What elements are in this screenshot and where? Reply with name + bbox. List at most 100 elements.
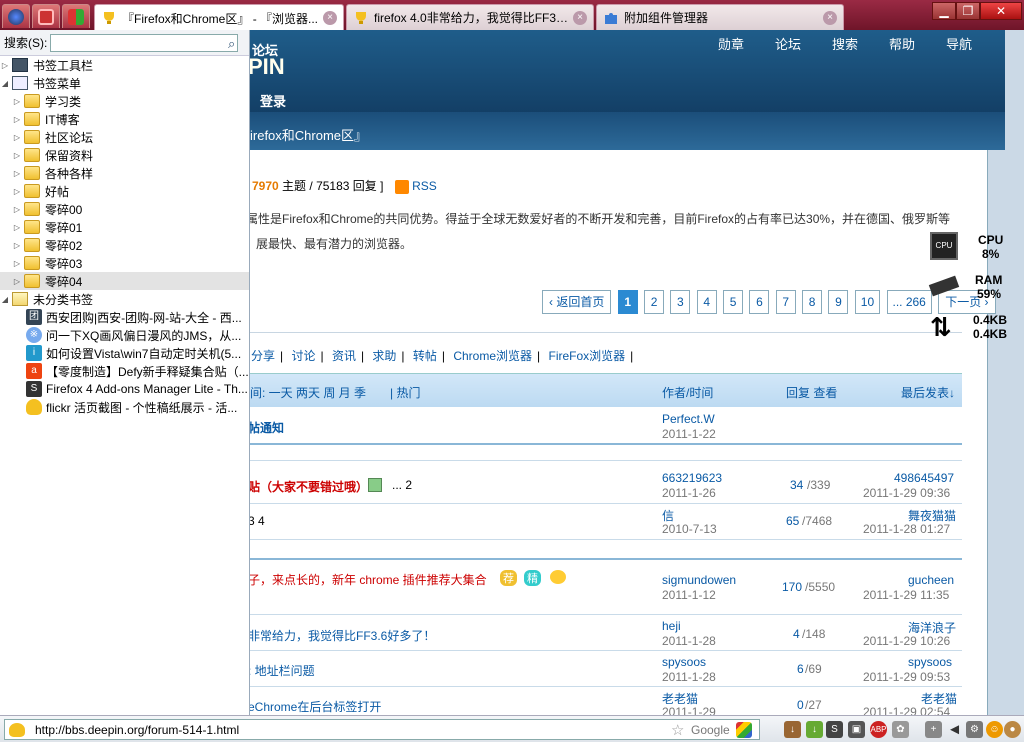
expand-arrow-icon[interactable]: ▷ bbox=[12, 133, 22, 142]
pager-page-1[interactable]: 1 bbox=[617, 290, 638, 314]
thread-author[interactable]: Perfect.W bbox=[662, 412, 715, 426]
pinned-tab-google[interactable] bbox=[62, 4, 90, 28]
pager-page-2[interactable]: 2 bbox=[644, 290, 665, 314]
bookmark-folder[interactable]: ▷ 社区论坛 bbox=[0, 128, 249, 146]
minimize-button[interactable]: ▁ bbox=[932, 2, 956, 20]
subnav-firefox[interactable]: FireFox浏览器 bbox=[548, 349, 625, 363]
bookmark-folder-menu[interactable]: ◢ 书签菜单 bbox=[0, 74, 249, 92]
replies-column[interactable]: 回复 查看 bbox=[786, 384, 837, 401]
subnav-discuss[interactable]: 讨论 bbox=[291, 349, 315, 363]
bookmark-folder[interactable]: ▷ 保留资料 bbox=[0, 146, 249, 164]
thread-title[interactable]: 子，来点长的，新年 chrome 插件推荐大集合 bbox=[248, 571, 487, 588]
screenshot-icon[interactable]: ▣ bbox=[848, 721, 865, 738]
author-column[interactable]: 作者/时间 bbox=[662, 384, 713, 401]
expand-arrow-icon[interactable]: ▷ bbox=[12, 169, 22, 178]
bookmark-item[interactable]: S Firefox 4 Add-ons Manager Lite - Th... bbox=[0, 380, 249, 398]
s-addon-icon[interactable]: S bbox=[826, 721, 843, 738]
tab-firefox-chrome-forum[interactable]: 『Firefox和Chrome区』 - 『浏览器... × bbox=[94, 4, 344, 31]
bookmark-item[interactable]: i 如何设置Vista\win7自动定时关机(5... bbox=[0, 344, 249, 362]
expand-arrow-icon[interactable]: ▷ bbox=[12, 259, 22, 268]
pager-page-5[interactable]: 5 bbox=[723, 290, 744, 314]
bookmark-folder-toolbar[interactable]: ▷ 书签工具栏 bbox=[0, 56, 249, 74]
pager-page-6[interactable]: 6 bbox=[749, 290, 770, 314]
pager-page-3[interactable]: 3 bbox=[670, 290, 691, 314]
expand-arrow-icon[interactable]: ▷ bbox=[0, 61, 10, 70]
tab-close-icon[interactable]: × bbox=[573, 10, 587, 25]
bookmark-item[interactable]: ※ 问一下XQ画风偏日漫风的JMS，从... bbox=[0, 326, 249, 344]
thread-title[interactable]: : 地址栏问题 bbox=[248, 662, 315, 679]
expand-arrow-icon[interactable]: ▷ bbox=[12, 151, 22, 160]
last-poster[interactable]: 498645497 bbox=[894, 471, 954, 485]
tab-close-icon[interactable]: × bbox=[323, 11, 337, 25]
bookmark-item[interactable]: 团西安团购|西安-团购-网-站-大全 - 西... bbox=[0, 308, 249, 326]
download-icon[interactable]: ↓ bbox=[784, 721, 801, 738]
download-helper-icon[interactable]: ↓ bbox=[806, 721, 823, 738]
bookmark-item[interactable]: flickr 活页截图 - 个性稿纸展示 - 活... bbox=[0, 398, 249, 416]
nav-help[interactable]: 帮助 bbox=[889, 34, 915, 53]
tab-close-icon[interactable]: × bbox=[823, 10, 837, 25]
greasemonkey-icon[interactable]: ✿ bbox=[892, 721, 909, 738]
close-window-button[interactable]: ✕ bbox=[980, 2, 1022, 20]
last-poster[interactable]: gucheen bbox=[908, 573, 954, 587]
collapse-arrow-icon[interactable]: ◢ bbox=[0, 295, 10, 304]
thread-title[interactable]: eChrome在后台标签打开 bbox=[248, 698, 381, 715]
nav-forum[interactable]: 论坛 bbox=[775, 34, 801, 53]
pager-page-9[interactable]: 9 bbox=[828, 290, 849, 314]
expand-arrow-icon[interactable]: ▷ bbox=[12, 277, 22, 286]
search-icon[interactable]: ⌕ bbox=[228, 36, 235, 52]
tab-addons-manager[interactable]: 附加组件管理器 × bbox=[596, 4, 844, 30]
bookmark-folder[interactable]: ▷ 零碎03 bbox=[0, 254, 249, 272]
hot-filter[interactable]: | 热门 bbox=[390, 384, 420, 401]
subnav-news[interactable]: 资讯 bbox=[332, 349, 356, 363]
pinned-tab-rss[interactable] bbox=[32, 4, 60, 28]
pager-page-4[interactable]: 4 bbox=[696, 290, 717, 314]
bookmark-folder[interactable]: ▷ 各种各样 bbox=[0, 164, 249, 182]
nav-search[interactable]: 搜索 bbox=[832, 34, 858, 53]
expand-arrow-icon[interactable]: ▷ bbox=[12, 115, 22, 124]
bookmark-item[interactable]: a 【零度制造】Defy新手释疑集合贴（... bbox=[0, 362, 249, 380]
bookmark-folder[interactable]: ▷ 零碎01 bbox=[0, 218, 249, 236]
logo-main[interactable]: PIN bbox=[248, 54, 285, 80]
subnav-chrome[interactable]: Chrome浏览器 bbox=[453, 349, 532, 363]
expand-arrow-icon[interactable]: ▷ bbox=[12, 97, 22, 106]
bookmark-folder[interactable]: ▷ 零碎00 bbox=[0, 200, 249, 218]
last-post-column[interactable]: 最后发表↓ bbox=[901, 384, 955, 401]
nav-navigation[interactable]: 导航 bbox=[946, 34, 972, 53]
thread-title[interactable]: 3 4 bbox=[248, 514, 265, 528]
time-filter[interactable]: 间: 一天 两天 周 月 季 bbox=[250, 384, 366, 401]
monkey-icon[interactable]: ● bbox=[1004, 721, 1021, 738]
last-poster[interactable]: spysoos bbox=[908, 655, 952, 669]
pager-page-10[interactable]: 10 bbox=[854, 290, 881, 314]
bookmark-folder-unsorted[interactable]: ◢ 未分类书签 bbox=[0, 290, 249, 308]
bookmark-folder[interactable]: ▷ 好帖 bbox=[0, 182, 249, 200]
subnav-repost[interactable]: 转帖 bbox=[413, 349, 437, 363]
thread-title[interactable]: 贴（大家不要错过哦） bbox=[248, 478, 368, 495]
thread-author[interactable]: heji bbox=[662, 619, 681, 633]
thread-author[interactable]: sigmundowen bbox=[662, 573, 736, 587]
thread-author[interactable]: spysoos bbox=[662, 655, 706, 669]
expand-arrow-icon[interactable]: ▷ bbox=[12, 223, 22, 232]
pinned-tab-firefox[interactable] bbox=[2, 4, 30, 28]
breadcrumb-forum[interactable]: irefox和Chrome区』 bbox=[250, 128, 367, 143]
url-display[interactable]: http://bbs.deepin.org/forum-514-1.html ☆… bbox=[4, 719, 760, 740]
expand-arrow-icon[interactable]: ▷ bbox=[12, 241, 22, 250]
google-icon[interactable] bbox=[736, 722, 752, 738]
bookmark-folder[interactable]: ▷ IT博客 bbox=[0, 110, 249, 128]
login-link[interactable]: 登录 bbox=[260, 91, 286, 110]
thread-title[interactable]: 非常给力，我觉得比FF3.6好多了！ bbox=[248, 627, 435, 644]
addon-icon[interactable]: + bbox=[925, 721, 942, 738]
thread-author[interactable]: 663219623 bbox=[662, 471, 722, 485]
rss-link[interactable]: RSS bbox=[412, 179, 437, 193]
subnav-help[interactable]: 求助 bbox=[372, 349, 396, 363]
pager-page-7[interactable]: 7 bbox=[775, 290, 796, 314]
sidebar-search-input[interactable] bbox=[50, 33, 239, 52]
adblock-icon[interactable]: ABP bbox=[870, 721, 887, 738]
collapse-arrow-icon[interactable]: ◢ bbox=[0, 79, 10, 88]
bookmark-folder[interactable]: ▷ 零碎04 bbox=[0, 272, 249, 290]
pager-page-8[interactable]: 8 bbox=[802, 290, 823, 314]
subnav-share[interactable]: 分享 bbox=[251, 349, 275, 363]
bookmark-folder[interactable]: ▷ 零碎02 bbox=[0, 236, 249, 254]
maximize-button[interactable]: ❐ bbox=[956, 2, 980, 20]
pager-back-button[interactable]: ‹ 返回首页 bbox=[542, 290, 612, 314]
pager-page-last[interactable]: ... 266 bbox=[886, 290, 932, 314]
